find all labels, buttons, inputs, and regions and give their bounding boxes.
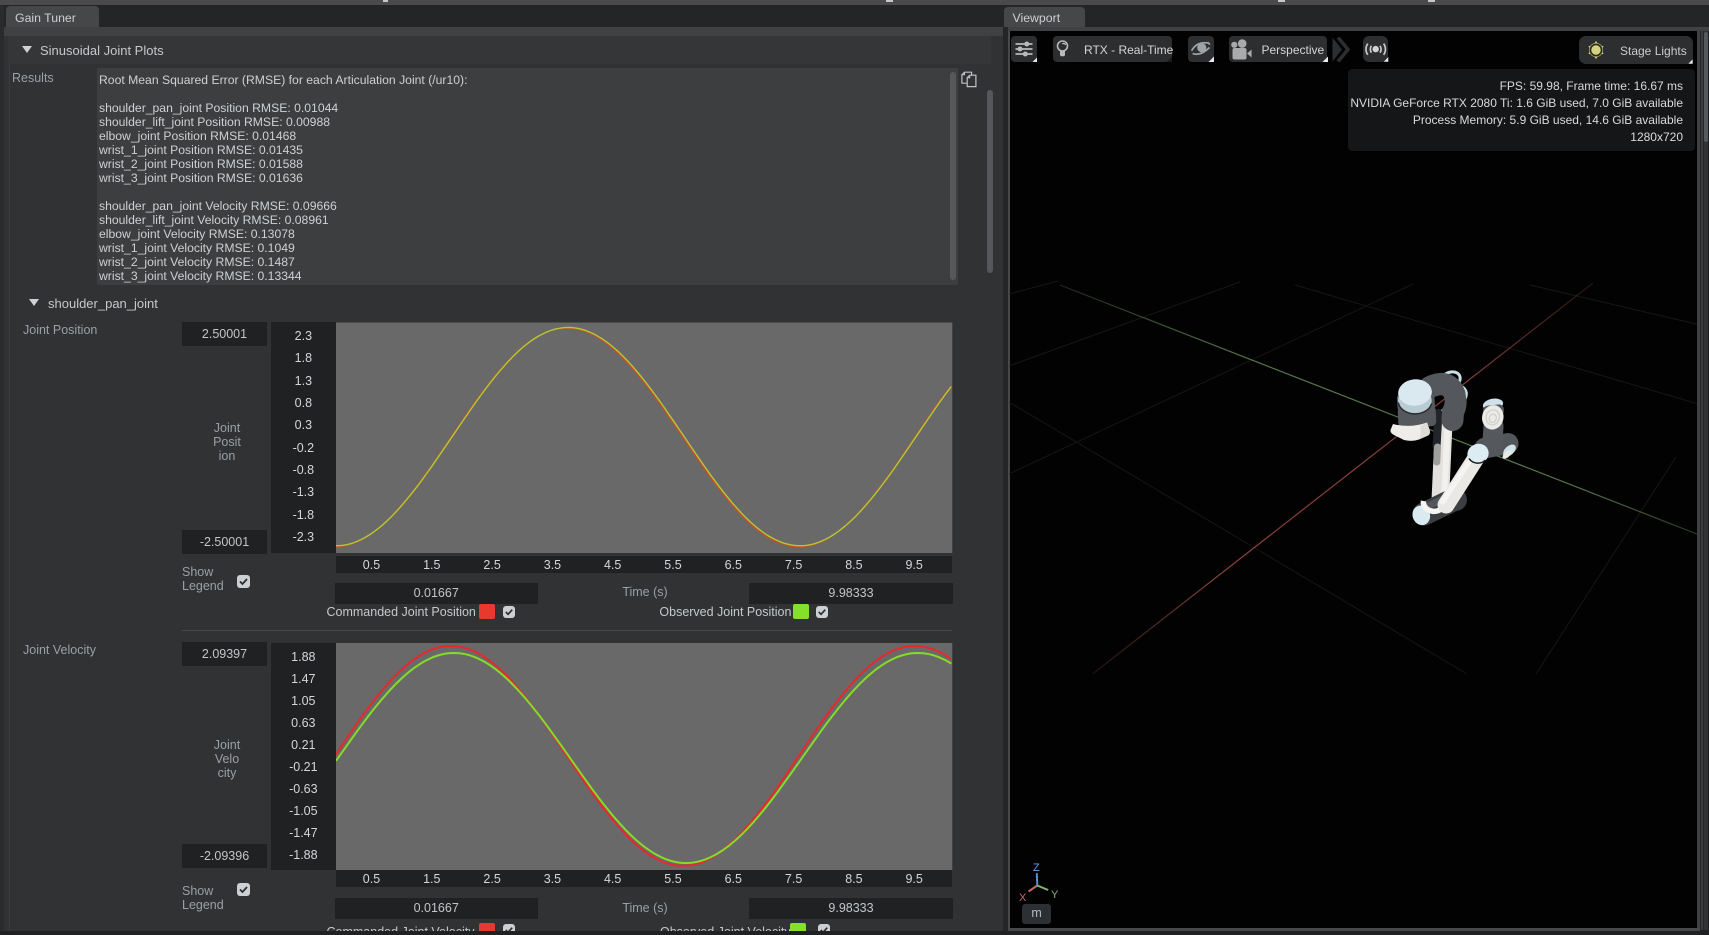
svg-text:Y: Y xyxy=(1051,889,1059,901)
svg-text:Z: Z xyxy=(1033,862,1040,874)
svg-text:X: X xyxy=(1019,892,1027,904)
